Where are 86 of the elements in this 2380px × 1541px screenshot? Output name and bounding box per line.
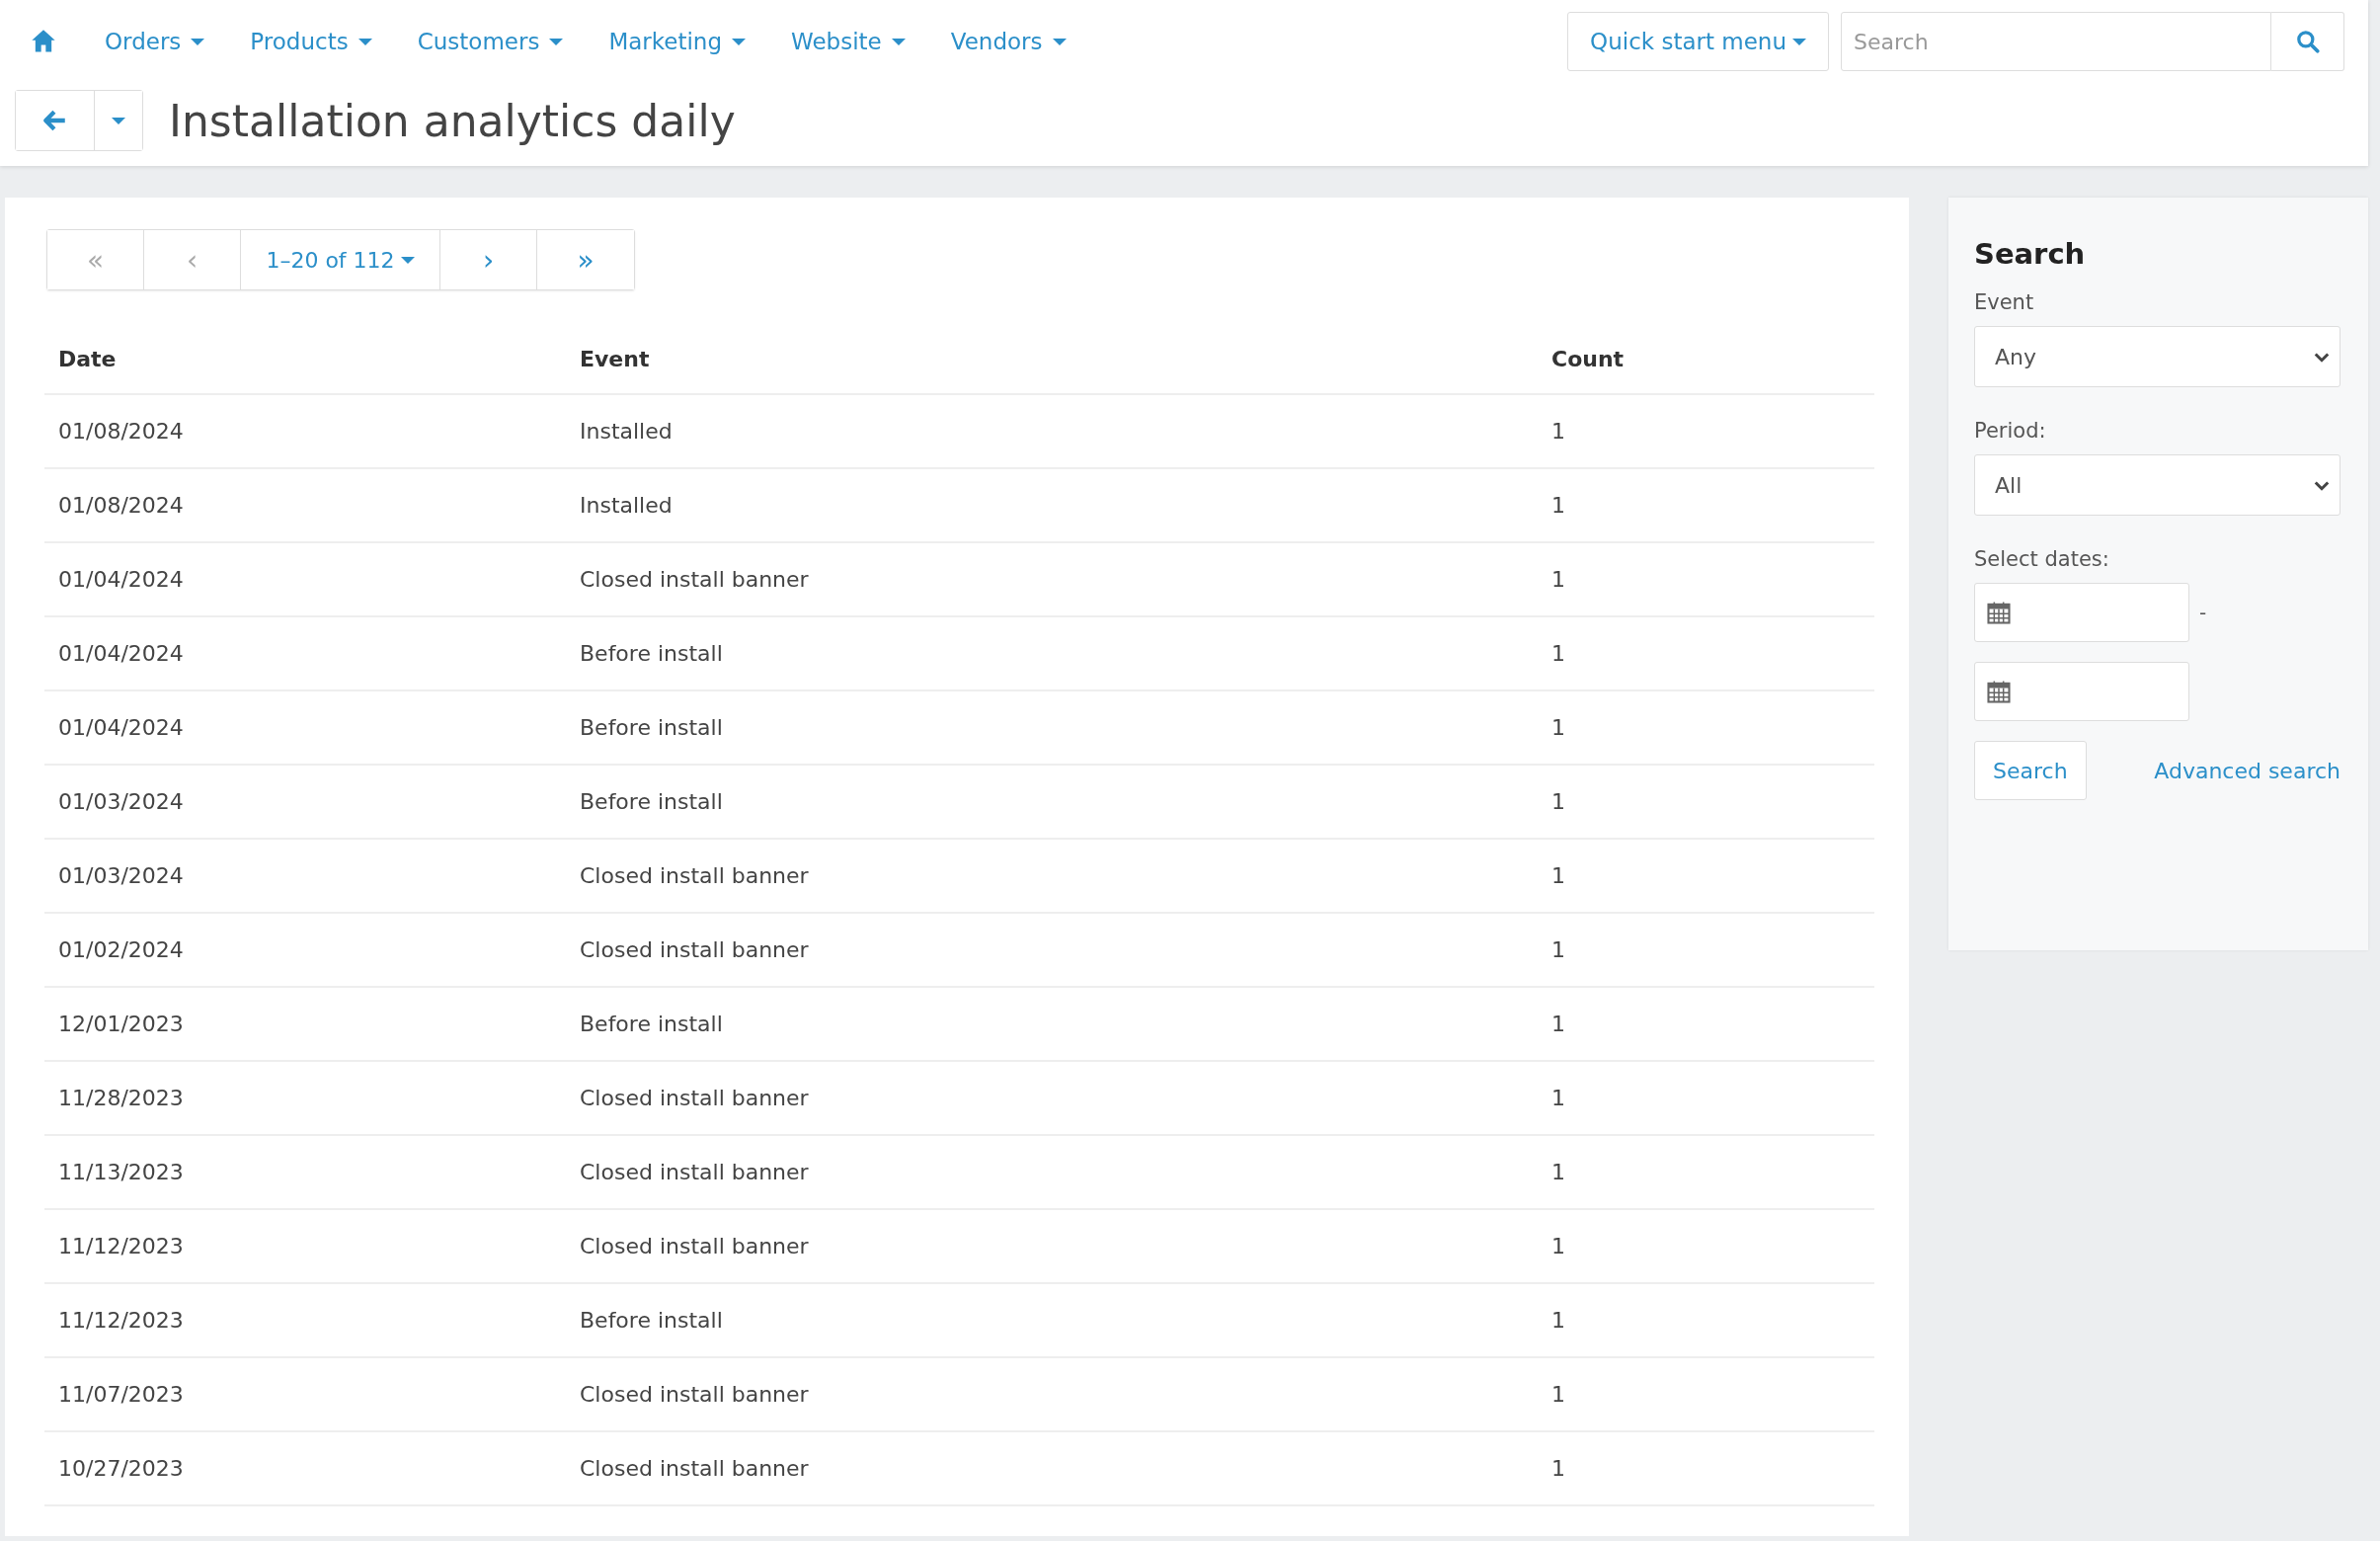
back-button[interactable] [16,91,95,150]
table-cell: 01/04/2024 [44,542,566,616]
table-cell: Closed install banner [566,1357,1538,1431]
table-cell: 11/07/2023 [44,1357,566,1431]
table-cell: 01/03/2024 [44,839,566,913]
field-label: Select dates: [1974,547,2110,571]
table-cell: Installed [566,468,1538,542]
table-cell: 1 [1538,1209,1874,1283]
table-cell: 01/02/2024 [44,913,566,987]
table-cell: 11/12/2023 [44,1209,566,1283]
table-cell: 1 [1538,765,1874,839]
table-cell: 1 [1538,394,1874,468]
caret-icon [400,256,415,264]
quick-start-menu-button[interactable]: Quick start menu [1567,12,1829,71]
table-cell: Closed install banner [566,839,1538,913]
search-button[interactable]: Search [1974,741,2087,800]
table-cell: 1 [1538,1135,1874,1209]
nav-menu[interactable]: Customers [417,29,564,54]
table-cell: Before install [566,1283,1538,1357]
date-field[interactable] [1974,662,2189,721]
column-header: Date [44,324,566,394]
nav-menu[interactable]: Marketing [608,29,747,54]
table-cell: 1 [1538,913,1874,987]
table-cell: 11/12/2023 [44,1283,566,1357]
home-link[interactable] [30,28,57,55]
table-cell: 11/28/2023 [44,1061,566,1135]
table-cell: 01/04/2024 [44,690,566,765]
caret-icon [112,117,125,124]
caret-icon [891,38,906,45]
table-cell: 1 [1538,987,1874,1061]
nav-menu[interactable]: Website [791,29,906,54]
table-cell: Closed install banner [566,1135,1538,1209]
page-range-dropdown[interactable]: 1–20 of 112 [241,230,440,289]
caret-icon [1052,38,1067,45]
table-cell: Installed [566,394,1538,468]
table-cell: 01/08/2024 [44,394,566,468]
search-icon [2294,29,2321,54]
table-cell: 11/13/2023 [44,1135,566,1209]
home-icon [30,28,57,55]
table-cell: 1 [1538,1061,1874,1135]
table-cell: 01/03/2024 [44,765,566,839]
date-field[interactable] [1974,583,2189,642]
table-cell: Closed install banner [566,913,1538,987]
column-header: Event [566,324,1538,394]
table-cell: 1 [1538,616,1874,690]
panel-title: Search [1974,237,2087,271]
table-cell: 1 [1538,468,1874,542]
field-label: Period: [1974,419,2047,443]
caret-icon [732,38,747,45]
table-cell: 1 [1538,1357,1874,1431]
caret-icon [1792,38,1806,45]
table-cell: 1 [1538,839,1874,913]
table-cell: 1 [1538,690,1874,765]
table-cell: 10/27/2023 [44,1431,566,1505]
date-separator: - [2199,601,2207,624]
pagination-button[interactable]: › [440,230,537,289]
table-cell: 1 [1538,542,1874,616]
nav-menu[interactable]: Products [250,29,372,54]
table-cell: Before install [566,616,1538,690]
table-cell: Closed install banner [566,1209,1538,1283]
column-header: Count [1538,324,1874,394]
nav-menu[interactable]: Orders [105,29,205,54]
caret-icon [191,38,205,45]
caret-icon [549,38,564,45]
pagination-button[interactable]: » [537,230,634,289]
table-cell: 12/01/2023 [44,987,566,1061]
table-cell: Before install [566,765,1538,839]
table-cell: Closed install banner [566,1061,1538,1135]
nav-menu[interactable]: Vendors [950,29,1067,54]
table-cell: 1 [1538,1431,1874,1505]
table-cell: Closed install banner [566,542,1538,616]
table-cell: Closed install banner [566,1431,1538,1505]
search-field[interactable]: Search [1841,12,2271,71]
advanced-search-link[interactable]: Advanced search [2154,758,2340,783]
table-cell: Before install [566,690,1538,765]
search-button[interactable] [2271,12,2344,71]
dropdown-field[interactable]: All [1974,454,2340,516]
page-title: Installation analytics daily [169,95,736,146]
table-cell: 01/04/2024 [44,616,566,690]
arrow-left-icon [41,108,68,133]
table-cell: Before install [566,987,1538,1061]
table-cell: 01/08/2024 [44,468,566,542]
field-label: Event [1974,290,2035,314]
caret-icon [357,38,372,45]
dropdown-field[interactable]: Any [1974,326,2340,387]
table-cell: 1 [1538,1283,1874,1357]
